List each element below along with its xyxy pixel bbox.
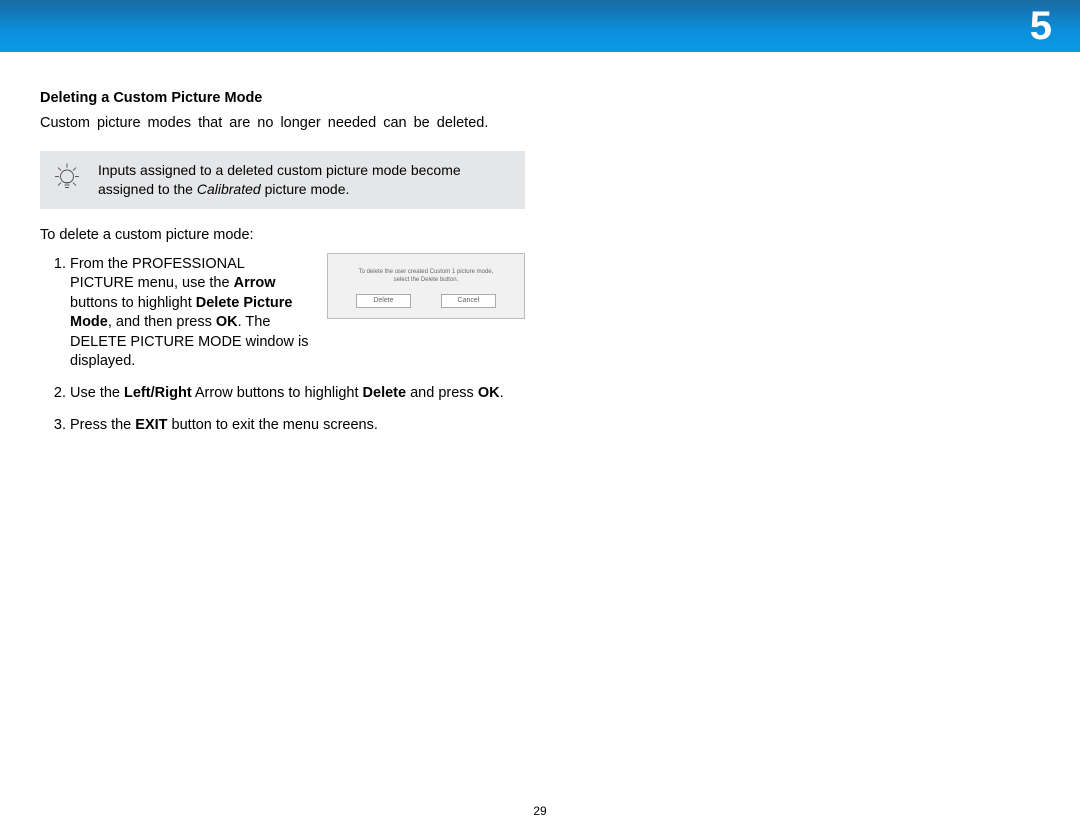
s1c: , and then press: [108, 314, 216, 330]
note-callout: Inputs assigned to a deleted custom pict…: [40, 151, 525, 209]
note-text-b: picture mode.: [261, 181, 350, 197]
step-3: Press the EXIT button to exit the menu s…: [70, 416, 525, 436]
s2d: .: [500, 385, 504, 401]
chapter-number: 5: [1030, 4, 1052, 49]
s1b: buttons to highlight: [70, 295, 196, 311]
s3-exit: EXIT: [135, 417, 167, 433]
steps-list: From the PROFESSIONAL PICTURE menu, use …: [40, 255, 525, 436]
dialog-msg2: select the Delete button.: [338, 276, 514, 284]
note-text-em: Calibrated: [197, 181, 261, 197]
s2a: Use the: [70, 385, 124, 401]
s2-lr: Left/Right: [124, 385, 192, 401]
s1-ok: OK: [216, 314, 238, 330]
s2-del: Delete: [363, 385, 407, 401]
section-heading: Deleting a Custom Picture Mode: [40, 90, 525, 106]
s2c: and press: [406, 385, 478, 401]
intro-text: Custom picture modes that are no longer …: [40, 114, 525, 133]
dialog-delete-button: Delete: [356, 294, 411, 307]
s3b: button to exit the menu screens.: [168, 417, 378, 433]
s2b: Arrow buttons to highlight: [192, 385, 363, 401]
lead-text: To delete a custom picture mode:: [40, 227, 525, 243]
page-number: 29: [0, 804, 1080, 818]
lightbulb-icon: [52, 161, 82, 198]
s2-ok: OK: [478, 385, 500, 401]
chapter-band: 5: [0, 0, 1080, 52]
s3a: Press the: [70, 417, 135, 433]
s1a: From the PROFESSIONAL PICTURE menu, use …: [70, 256, 244, 292]
dialog-cancel-button: Cancel: [441, 294, 496, 307]
dialog-msg1: To delete the user created Custom 1 pict…: [338, 268, 514, 276]
step-1: From the PROFESSIONAL PICTURE menu, use …: [70, 255, 525, 372]
s1-arrow: Arrow: [234, 275, 276, 291]
step-2: Use the Left/Right Arrow buttons to high…: [70, 384, 525, 404]
delete-dialog: To delete the user created Custom 1 pict…: [327, 253, 525, 319]
body-content: Deleting a Custom Picture Mode Custom pi…: [0, 52, 565, 435]
